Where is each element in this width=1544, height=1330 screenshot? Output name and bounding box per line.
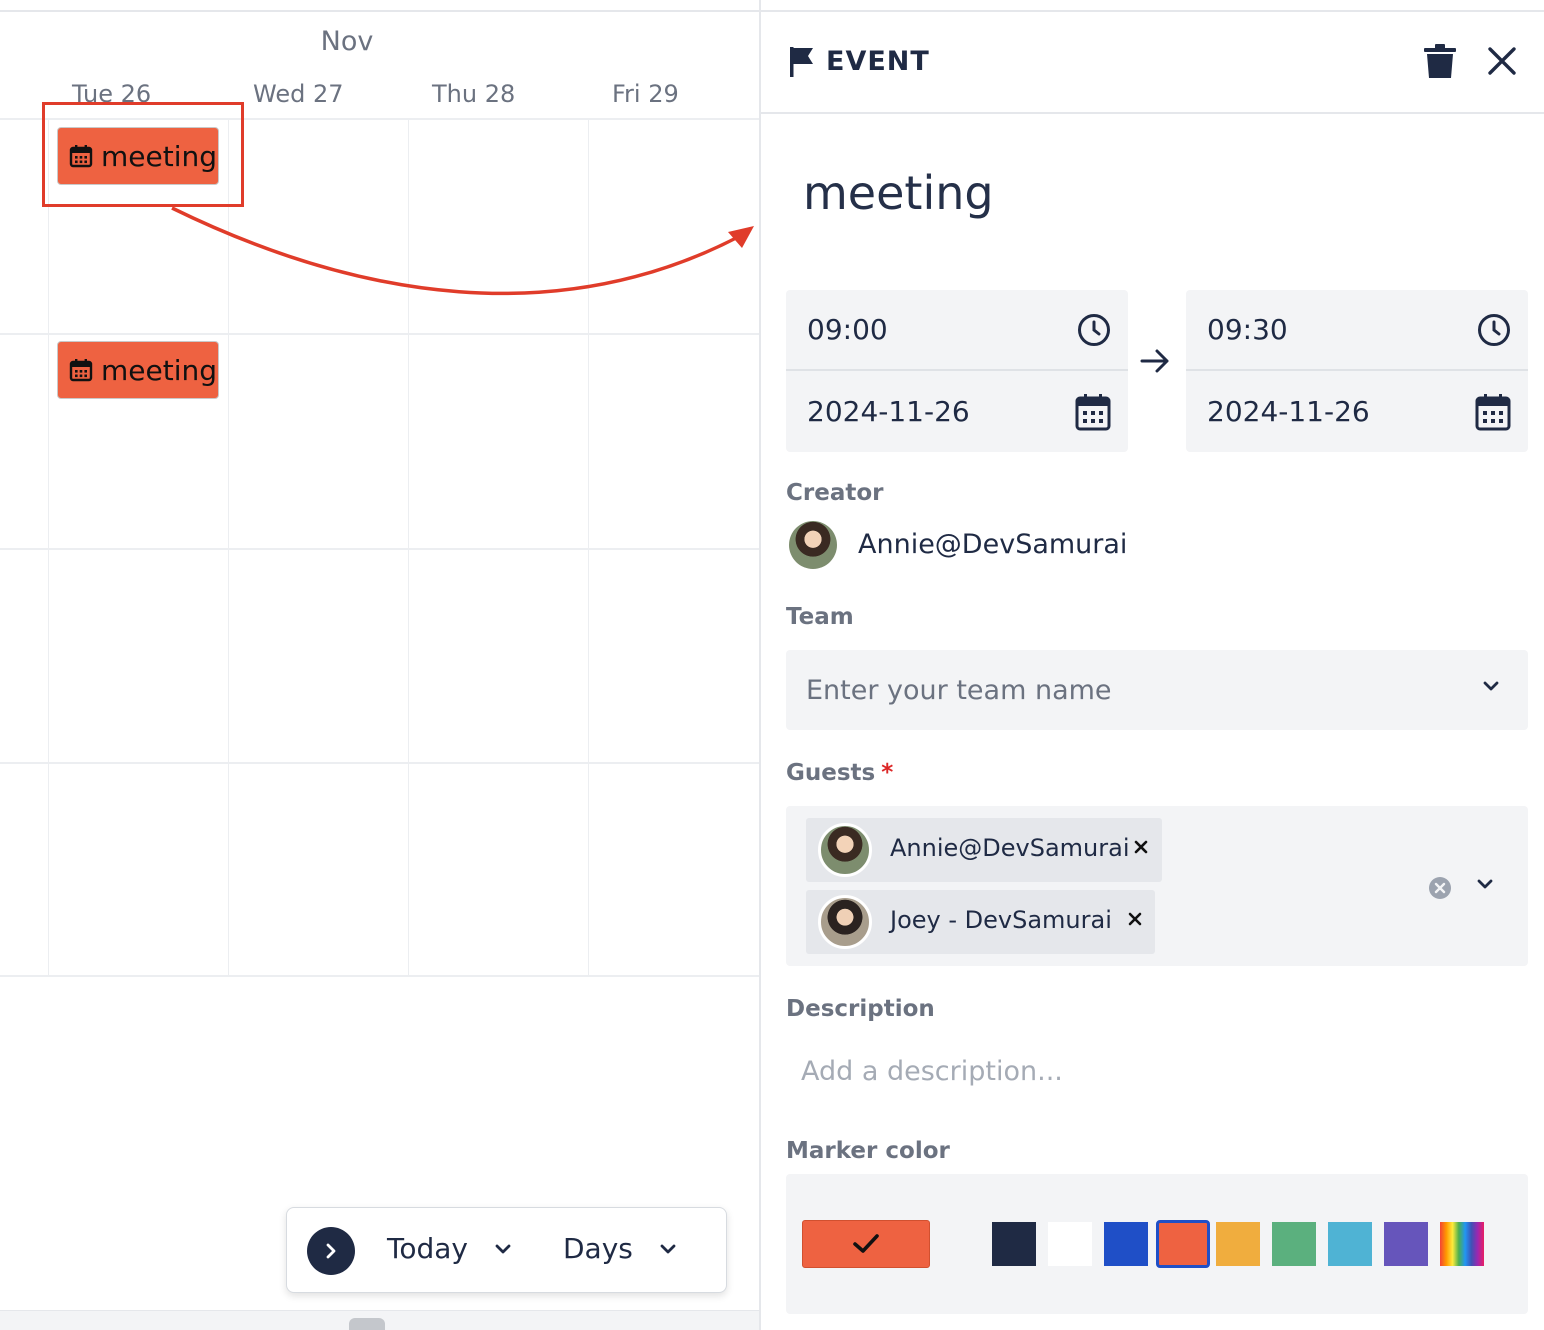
chevron-down-icon <box>660 1244 676 1253</box>
check-icon <box>853 1234 879 1253</box>
guests-label: Guests * <box>786 760 894 786</box>
grid-line <box>0 762 759 764</box>
avatar <box>818 895 872 949</box>
month-label: Nov <box>320 26 374 57</box>
color-swatch-orange[interactable] <box>1156 1220 1210 1268</box>
chevron-down-icon[interactable] <box>1476 878 1494 890</box>
arrow-right-icon <box>1140 349 1169 373</box>
required-indicator: * <box>881 760 894 786</box>
avatar <box>789 521 837 569</box>
guest-chip: Annie@DevSamurai <box>806 818 1162 882</box>
day-header-fri: Fri 29 <box>612 80 679 108</box>
panel-header-title: EVENT <box>826 46 930 77</box>
day-header-wed: Wed 27 <box>253 80 344 108</box>
trash-icon[interactable] <box>1423 44 1457 80</box>
marker-color-picker <box>786 1174 1528 1314</box>
start-datetime: 09:00 2024-11-26 <box>786 290 1128 452</box>
chevron-down-icon <box>1483 681 1499 691</box>
event-panel: EVENT meeting 09:00 2024-11-26 09:30 202… <box>759 0 1544 1330</box>
end-time-value: 09:30 <box>1207 313 1288 346</box>
color-swatch-blue[interactable] <box>1104 1222 1148 1266</box>
grid-line <box>48 120 49 977</box>
remove-icon[interactable] <box>1134 840 1148 854</box>
remove-icon[interactable] <box>1128 912 1142 926</box>
end-date-value: 2024-11-26 <box>1207 395 1370 428</box>
color-swatch-cyan[interactable] <box>1328 1222 1372 1266</box>
marker-color-label: Marker color <box>786 1138 950 1164</box>
end-time-field[interactable]: 09:30 <box>1186 290 1528 371</box>
chevron-right-icon <box>326 1243 336 1259</box>
guests-select[interactable]: Annie@DevSamurai Joey - DevSamurai <box>786 806 1528 966</box>
creator-name: Annie@DevSamurai <box>858 529 1128 560</box>
start-time-field[interactable]: 09:00 <box>786 290 1128 371</box>
grid-line <box>0 548 759 550</box>
day-header-thu: Thu 28 <box>432 80 516 108</box>
view-label: Days <box>563 1232 633 1265</box>
event-title[interactable]: meeting <box>803 166 994 220</box>
grid-line <box>0 333 759 335</box>
end-date-field[interactable]: 2024-11-26 <box>1186 371 1528 452</box>
annotation-highlight-box <box>42 102 244 207</box>
scrollbar-thumb[interactable] <box>349 1318 385 1330</box>
start-date-value: 2024-11-26 <box>807 395 970 428</box>
grid-line <box>0 975 759 977</box>
description-label: Description <box>786 996 935 1022</box>
divider <box>761 112 1544 114</box>
flag-icon <box>790 47 813 77</box>
team-placeholder: Enter your team name <box>806 674 1112 706</box>
description-input[interactable]: Add a description... <box>801 1056 1063 1087</box>
color-swatch-navy[interactable] <box>992 1222 1036 1266</box>
grid-line <box>228 120 229 977</box>
view-select[interactable]: Days <box>563 1232 677 1265</box>
color-swatch-custom[interactable] <box>1440 1222 1484 1266</box>
color-swatch-purple[interactable] <box>1384 1222 1428 1266</box>
calendar-icon <box>1075 393 1111 430</box>
start-date-field[interactable]: 2024-11-26 <box>786 371 1128 452</box>
divider <box>0 10 759 12</box>
next-button[interactable] <box>307 1227 355 1275</box>
grid-line <box>408 120 409 977</box>
calendar-toolbar: Today Days <box>286 1207 727 1293</box>
team-select[interactable]: Enter your team name <box>786 650 1528 730</box>
today-select[interactable]: Today <box>387 1232 512 1265</box>
clock-icon <box>1078 313 1110 346</box>
avatar <box>818 823 872 877</box>
close-icon[interactable] <box>1487 46 1517 76</box>
divider <box>761 10 1544 12</box>
clock-icon <box>1478 313 1510 346</box>
guest-name: Joey - DevSamurai <box>890 906 1112 934</box>
grid-line <box>588 120 589 977</box>
team-label: Team <box>786 604 854 630</box>
color-swatch-white[interactable] <box>1048 1222 1092 1266</box>
chevron-down-icon <box>495 1244 511 1253</box>
calendar-icon <box>1475 393 1511 430</box>
selected-color-swatch[interactable] <box>802 1220 930 1268</box>
calendar-icon <box>69 359 93 382</box>
creator-label: Creator <box>786 480 884 506</box>
color-swatch-green[interactable] <box>1272 1222 1316 1266</box>
start-time-value: 09:00 <box>807 313 888 346</box>
event-chip-meeting[interactable]: meeting <box>57 341 219 399</box>
today-label: Today <box>387 1232 468 1265</box>
guest-chip: Joey - DevSamurai <box>806 890 1155 954</box>
end-datetime: 09:30 2024-11-26 <box>1186 290 1528 452</box>
event-label: meeting <box>101 353 218 387</box>
clear-icon[interactable] <box>1428 876 1452 900</box>
color-swatch-yellow[interactable] <box>1216 1222 1260 1266</box>
calendar-view: Nov Tue 26 Wed 27 Thu 28 Fri 29 meeting … <box>0 0 759 1330</box>
guest-name: Annie@DevSamurai <box>890 834 1130 862</box>
